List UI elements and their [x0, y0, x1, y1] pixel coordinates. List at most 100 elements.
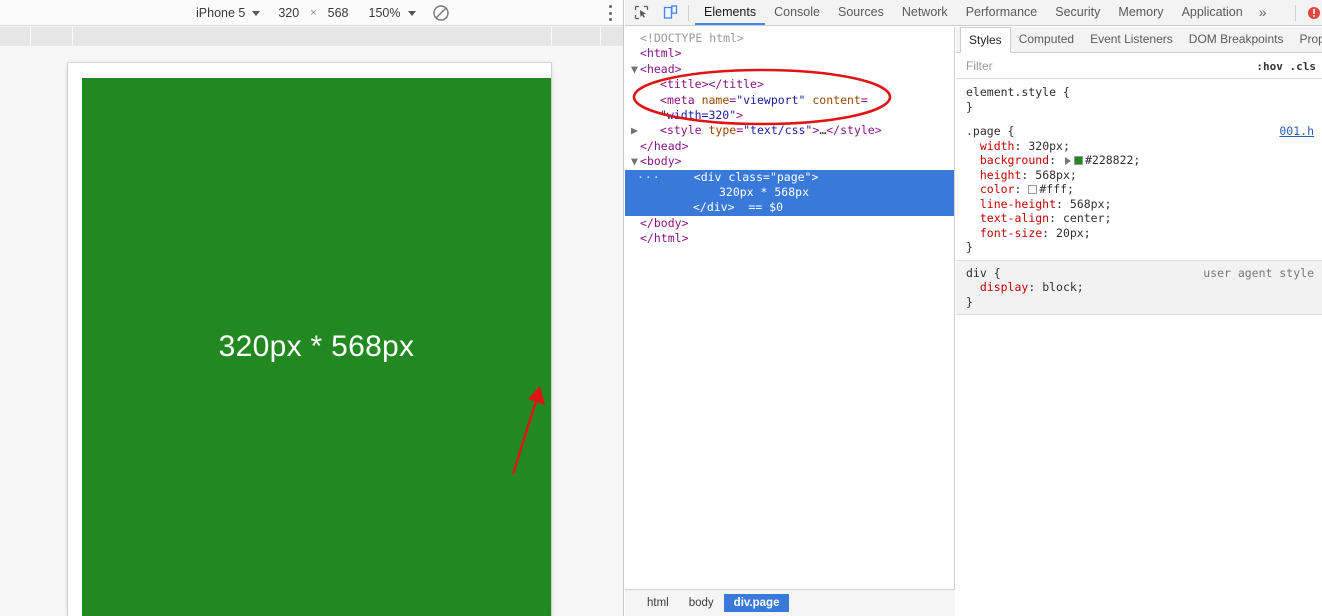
- tab-application[interactable]: Application: [1173, 0, 1252, 25]
- ruler-tick: [551, 27, 552, 46]
- tab-elements[interactable]: Elements: [695, 0, 766, 25]
- css-selector[interactable]: .page {: [966, 124, 1322, 139]
- breadcrumb-item-body[interactable]: body: [679, 594, 724, 612]
- tree-disclosure-icon[interactable]: [631, 108, 640, 123]
- elements-tree-rows: <!DOCTYPE html> <html> ▼ <head> <title></t…: [625, 27, 954, 170]
- css-declaration[interactable]: line-height: 568px;: [966, 197, 1322, 212]
- styles-sidebar-pane: Styles Computed Event Listeners DOM Brea…: [956, 27, 1322, 616]
- elements-tree-row[interactable]: </html>: [625, 231, 954, 246]
- selected-node-text: 320px * 568px: [719, 184, 810, 199]
- breadcrumb[interactable]: html body div.page: [625, 589, 955, 616]
- chevron-down-icon: [407, 11, 416, 16]
- tab-properties[interactable]: Properties: [1291, 27, 1322, 52]
- elements-tree-row[interactable]: <html>: [625, 46, 954, 61]
- css-source-link[interactable]: 001.h: [1279, 124, 1314, 139]
- header-divider: [688, 4, 689, 21]
- device-emulation-pane: iPhone 5 320 × 568 150% 320px * 568px: [0, 0, 624, 616]
- selected-element-row[interactable]: ··· <div class="page"> 320px * 568px </di…: [625, 169, 954, 216]
- device-frame: 320px * 568px: [68, 63, 551, 616]
- viewport-ruler: [0, 27, 623, 46]
- tree-disclosure-icon[interactable]: ▼: [631, 154, 640, 169]
- inspect-element-icon[interactable]: [629, 1, 653, 25]
- tab-network[interactable]: Network: [893, 0, 957, 25]
- css-declaration[interactable]: background: #228822;: [966, 153, 1322, 168]
- tab-sources[interactable]: Sources: [829, 0, 893, 25]
- tab-event-listeners[interactable]: Event Listeners: [1082, 27, 1181, 52]
- expand-dots[interactable]: ···: [637, 170, 661, 184]
- device-name-label: iPhone 5: [196, 5, 246, 20]
- elements-tree-row[interactable]: </body>: [625, 216, 954, 231]
- css-rules-list: element.style {} 001.h .page { width: 320p…: [956, 80, 1322, 315]
- page-dimension-text: 320px * 568px: [218, 330, 415, 363]
- elements-tree-row[interactable]: <meta name="viewport" content=: [625, 93, 954, 108]
- header-right-actions: [1289, 0, 1322, 25]
- tree-disclosure-icon[interactable]: [631, 139, 640, 154]
- elements-tree-row[interactable]: "width=320">: [625, 108, 954, 123]
- tree-disclosure-icon[interactable]: [631, 77, 640, 92]
- tab-memory[interactable]: Memory: [1109, 0, 1172, 25]
- css-rule[interactable]: user agent style div { display: block;}: [956, 259, 1322, 315]
- css-declaration[interactable]: display: block;: [966, 280, 1322, 295]
- tree-disclosure-icon[interactable]: ▶: [631, 123, 640, 138]
- styles-sidebar-tabs: Styles Computed Event Listeners DOM Brea…: [956, 27, 1322, 53]
- elements-tree-pane[interactable]: <!DOCTYPE html> <html> ▼ <head> <title></t…: [625, 27, 955, 589]
- styles-filter-input[interactable]: Filter: [966, 59, 993, 73]
- css-selector[interactable]: element.style {: [966, 85, 1322, 100]
- elements-tree-row[interactable]: </head>: [625, 139, 954, 154]
- tab-computed[interactable]: Computed: [1011, 27, 1082, 52]
- device-height-value: 568: [327, 5, 349, 20]
- device-width-input[interactable]: 320: [264, 3, 303, 23]
- tree-disclosure-icon[interactable]: [631, 216, 640, 231]
- elements-tree-row[interactable]: ▶ <style type="text/css">…</style>: [625, 123, 954, 138]
- tab-dom-breakpoints[interactable]: DOM Breakpoints: [1181, 27, 1292, 52]
- selected-node-close-tag: </div> == $0: [693, 200, 784, 215]
- css-rule-close: }: [966, 294, 973, 309]
- elements-tree-row[interactable]: <title></title>: [625, 77, 954, 92]
- ruler-tick: [30, 27, 31, 46]
- css-rule[interactable]: element.style {}: [956, 80, 1322, 119]
- color-swatch[interactable]: [1028, 185, 1038, 194]
- elements-tree-row[interactable]: <!DOCTYPE html>: [625, 31, 954, 46]
- device-selector[interactable]: iPhone 5: [192, 3, 264, 23]
- emulated-page-content[interactable]: 320px * 568px: [82, 78, 551, 616]
- tree-disclosure-icon[interactable]: ▼: [631, 62, 640, 77]
- css-declaration[interactable]: color: #fff;: [966, 182, 1322, 197]
- elements-tree-rows-tail: </body> </html>: [625, 216, 954, 247]
- tab-performance[interactable]: Performance: [957, 0, 1047, 25]
- css-rule[interactable]: 001.h .page { width: 320px; background: #…: [956, 119, 1322, 260]
- devtools-header: Elements Console Sources Network Perform…: [625, 0, 1322, 26]
- rotate-device-icon[interactable]: [432, 4, 450, 22]
- chevron-down-icon: [252, 11, 261, 16]
- elements-tree-row[interactable]: ▼ <head>: [625, 62, 954, 77]
- more-tabs-button[interactable]: »: [1252, 0, 1274, 25]
- zoom-selector[interactable]: 150%: [353, 3, 420, 23]
- device-height-input[interactable]: 568: [324, 3, 353, 23]
- tree-disclosure-icon[interactable]: [631, 231, 640, 246]
- tree-disclosure-icon[interactable]: [631, 46, 640, 61]
- device-emulation-toolbar: iPhone 5 320 × 568 150%: [0, 0, 623, 26]
- zoom-value: 150%: [368, 5, 401, 20]
- tab-styles[interactable]: Styles: [960, 27, 1011, 53]
- toggle-device-toolbar-icon[interactable]: [658, 1, 682, 25]
- dimension-separator: ×: [310, 6, 317, 19]
- tab-console[interactable]: Console: [765, 0, 829, 25]
- tree-disclosure-icon[interactable]: [631, 31, 640, 46]
- error-badge-icon[interactable]: [1302, 1, 1322, 25]
- elements-tree-row[interactable]: ▼ <body>: [625, 154, 954, 169]
- css-source-label: user agent style: [1203, 265, 1314, 280]
- breadcrumb-item-html[interactable]: html: [637, 594, 679, 612]
- css-declaration[interactable]: font-size: 20px;: [966, 226, 1322, 241]
- css-declaration[interactable]: height: 568px;: [966, 168, 1322, 183]
- ruler-tick: [600, 27, 601, 46]
- tree-disclosure-icon[interactable]: [631, 93, 640, 108]
- kebab-menu-icon[interactable]: [608, 5, 612, 21]
- ruler-tick: [72, 27, 73, 46]
- styles-state-toggles[interactable]: :hov .cls: [1256, 60, 1316, 73]
- breadcrumb-item-div-page[interactable]: div.page: [723, 594, 790, 612]
- tab-security[interactable]: Security: [1046, 0, 1109, 25]
- css-declaration[interactable]: text-align: center;: [966, 211, 1322, 226]
- color-swatch[interactable]: [1073, 156, 1083, 165]
- css-declaration[interactable]: width: 320px;: [966, 139, 1322, 154]
- shade-triangle-icon[interactable]: [1064, 157, 1071, 165]
- device-width-value: 320: [278, 5, 300, 20]
